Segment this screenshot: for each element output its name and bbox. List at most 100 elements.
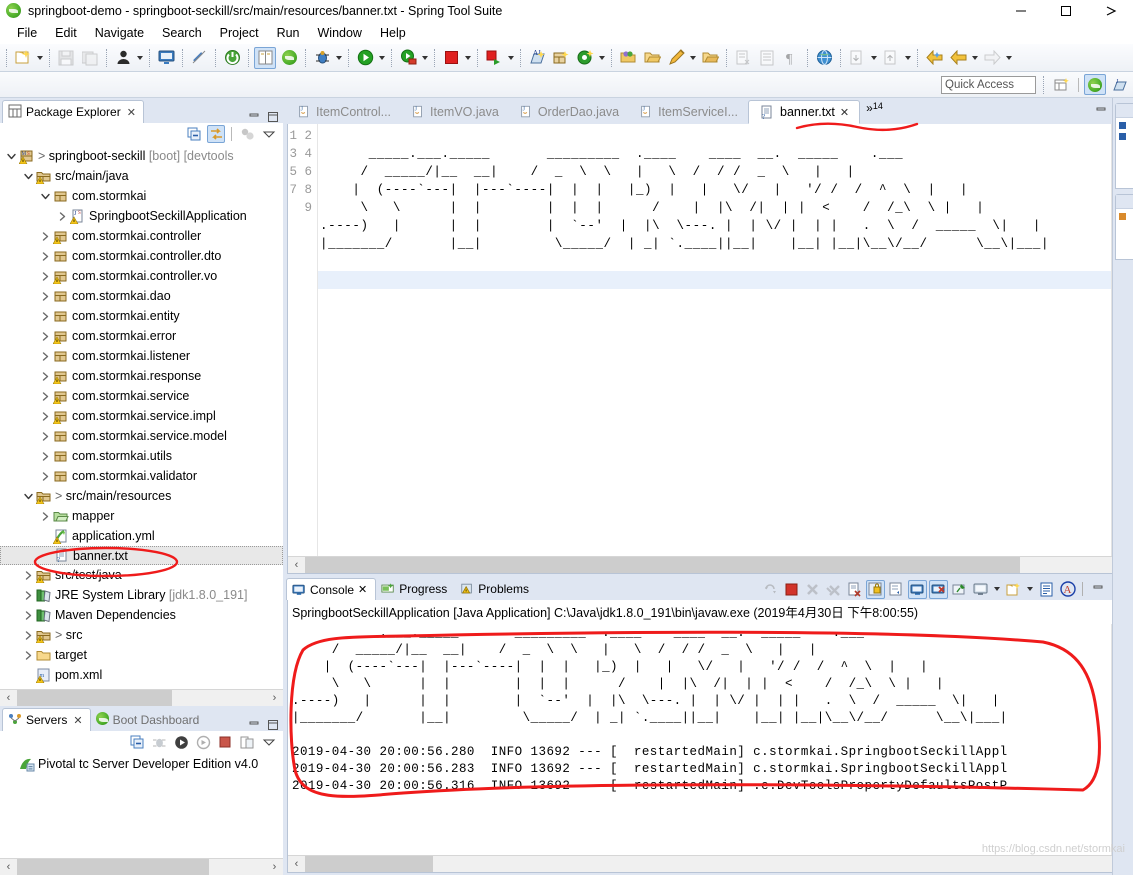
chevron-right-icon[interactable] [21, 568, 35, 582]
fast-view-tab[interactable] [1116, 195, 1133, 209]
tree-item-com-stormkai-error[interactable]: com.stormkai.error [0, 326, 283, 346]
servers-hscroll[interactable]: ‹ › [0, 858, 283, 875]
package-explorer-tree[interactable]: M S > springboot-seckill [boot] [devtools s… [0, 145, 283, 689]
tree-item-com-stormkai-controller-vo[interactable]: com.stormkai.controller.vo [0, 266, 283, 286]
servers-profile-button[interactable] [194, 733, 212, 751]
tree-item-maven-dependencies[interactable]: Maven Dependencies [0, 605, 283, 625]
console-pin-button[interactable] [950, 580, 969, 599]
tree-item-target[interactable]: target [0, 645, 283, 665]
servers-view-menu-button[interactable] [260, 733, 278, 751]
menu-project[interactable]: Project [211, 24, 268, 42]
tree-item-com-stormkai-service-impl[interactable]: com.stormkai.service.impl [0, 406, 283, 426]
console-output[interactable]: _____.___._____ _________ .____ ____ __.… [288, 624, 1111, 855]
fast-view-outline[interactable] [1115, 103, 1133, 189]
console-display-button[interactable] [971, 580, 990, 599]
editor-tab-itemvo-java[interactable]: J ItemVO.java [401, 100, 509, 124]
minimize-icon[interactable] [1095, 105, 1107, 120]
save-button[interactable] [55, 47, 77, 69]
hscroll-track[interactable] [17, 690, 266, 706]
menu-navigate[interactable]: Navigate [86, 24, 153, 42]
editor-hscroll[interactable]: ‹ › [288, 556, 1128, 573]
fast-view-secondary[interactable] [1115, 194, 1133, 260]
prev-annotation-icon[interactable] [880, 47, 902, 69]
tree-item-com-stormkai-response[interactable]: com.stormkai.response [0, 366, 283, 386]
hscroll-track[interactable] [305, 856, 1111, 872]
editor-tab-overflow[interactable]: » 14 [860, 100, 887, 124]
open-type-button[interactable] [254, 46, 276, 69]
stop-button[interactable] [440, 47, 462, 69]
chevron-right-icon[interactable] [21, 588, 35, 602]
close-icon[interactable] [1088, 0, 1133, 22]
minimize-icon[interactable] [1088, 580, 1107, 599]
scroll-left-arrow[interactable]: ‹ [288, 557, 305, 573]
back-yellow-icon[interactable] [923, 47, 945, 69]
console-ansi-button[interactable]: A [1058, 580, 1077, 599]
open-task-button[interactable] [112, 47, 134, 69]
servers-start-button[interactable] [172, 733, 190, 751]
tree-item-src-test-java[interactable]: src/test/java [0, 565, 283, 585]
tree-item-com-stormkai[interactable]: com.stormkai [0, 186, 283, 206]
chevron-right-icon[interactable] [38, 249, 52, 263]
debug-button[interactable] [311, 47, 333, 69]
tree-item-banner-txt[interactable]: ? banner.txt [0, 546, 283, 565]
run-button[interactable] [354, 47, 376, 69]
focus-active-task-button[interactable] [238, 125, 256, 143]
boot-dashboard-button[interactable] [221, 47, 243, 69]
next-annotation-dropdown-arrow[interactable] [869, 47, 879, 69]
open-console-button[interactable] [155, 47, 177, 69]
chevron-right-icon[interactable] [38, 369, 52, 383]
console-open-new-button[interactable] [1004, 580, 1023, 599]
chevron-down-icon[interactable] [4, 149, 18, 163]
console-view-menu-button[interactable] [1037, 580, 1056, 599]
link-with-editor-button[interactable] [207, 125, 225, 143]
tree-item-jre-system-library[interactable]: JRE System Library [jdk1.8.0_191] [0, 585, 283, 605]
chevron-right-icon[interactable] [38, 269, 52, 283]
tree-item-pom-xml[interactable]: m pom.xml [0, 665, 283, 685]
chevron-right-icon[interactable] [38, 289, 52, 303]
tree-item-com-stormkai-entity[interactable]: com.stormkai.entity [0, 306, 283, 326]
tree-item-com-stormkai-listener[interactable]: com.stormkai.listener [0, 346, 283, 366]
console-display-button-dropdown-arrow[interactable] [992, 578, 1002, 600]
open-perspective-icon[interactable] [1051, 74, 1073, 95]
console-open-new-button-dropdown-arrow[interactable] [1025, 578, 1035, 600]
console-tab-progress[interactable]: Progress [376, 578, 455, 600]
console-tab-problems[interactable]: Problems [455, 578, 537, 600]
back-arrow-icon[interactable] [947, 47, 969, 69]
scroll-left-arrow[interactable]: ‹ [288, 856, 305, 872]
scroll-right-arrow[interactable]: › [266, 690, 283, 706]
servers-stop-button[interactable] [216, 733, 234, 751]
run-on-server-dropdown-arrow[interactable] [420, 47, 430, 69]
tree-item-com-stormkai-utils[interactable]: com.stormkai.utils [0, 446, 283, 466]
next-annotation-icon[interactable] [846, 47, 868, 69]
debug-dropdown-arrow[interactable] [334, 47, 344, 69]
maximize-icon[interactable] [1043, 0, 1088, 22]
editor-tab-banner-txt[interactable]: ? banner.txt ✕ [748, 100, 861, 124]
chevron-right-icon[interactable] [38, 349, 52, 363]
tree-item-com-stormkai-service-model[interactable]: com.stormkai.service.model [0, 426, 283, 446]
save-all-button[interactable] [79, 47, 101, 69]
edit-dropdown-arrow[interactable] [688, 47, 698, 69]
open-task-dropdown-arrow[interactable] [135, 47, 145, 69]
chevron-down-icon[interactable] [38, 189, 52, 203]
tree-item-src[interactable]: > src [0, 625, 283, 645]
close-icon[interactable]: ✕ [840, 106, 849, 119]
scroll-right-arrow[interactable]: › [266, 859, 283, 875]
console-show-on-output-button[interactable] [908, 579, 927, 599]
servers-collapse-all-button[interactable] [128, 733, 146, 751]
chevron-right-icon[interactable] [21, 608, 35, 622]
list-button[interactable] [756, 47, 778, 69]
tab-servers[interactable]: Servers ✕ [2, 708, 91, 731]
tree-item-src-main-java[interactable]: src/main/java [0, 166, 283, 186]
forward-arrow-icon[interactable] [981, 47, 1003, 69]
chevron-right-icon[interactable] [38, 309, 52, 323]
spring-button[interactable] [278, 47, 300, 69]
close-icon[interactable]: ✕ [127, 106, 136, 119]
hscroll-thumb[interactable] [17, 690, 172, 706]
perspective-java[interactable]: J [1109, 74, 1131, 95]
unlink-button[interactable] [188, 47, 210, 69]
editor-tab-orderdao-java[interactable]: J OrderDao.java [509, 100, 629, 124]
editor-text-area[interactable]: _____.___._____ _________ .____ ____ __.… [318, 124, 1111, 556]
chevron-right-icon[interactable] [38, 409, 52, 423]
externalize-strings-button[interactable] [732, 47, 754, 69]
tree-item-com-stormkai-validator[interactable]: com.stormkai.validator [0, 466, 283, 486]
